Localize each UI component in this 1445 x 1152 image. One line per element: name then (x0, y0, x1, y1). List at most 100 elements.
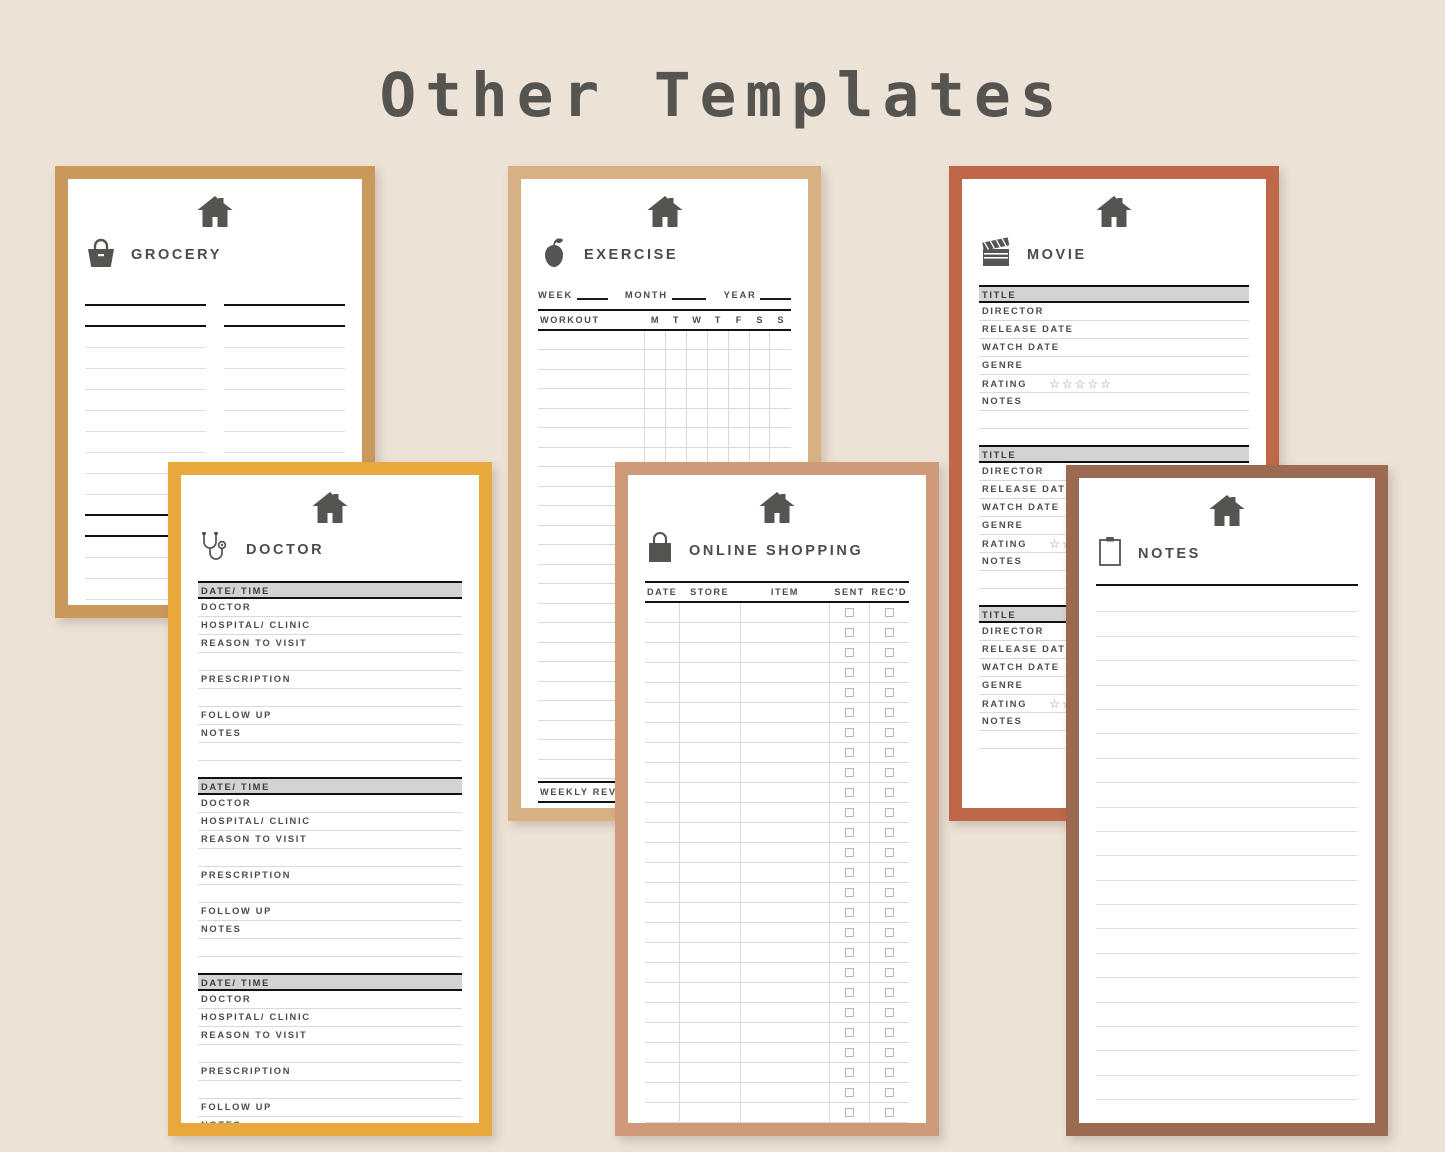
shopping-row[interactable] (645, 622, 909, 643)
grocery-line[interactable] (85, 327, 206, 348)
shopping-date-cell[interactable] (645, 782, 680, 803)
workout-cell[interactable] (538, 330, 645, 350)
notes-line[interactable] (1096, 1100, 1358, 1123)
shopping-sent-cell[interactable] (829, 842, 870, 863)
shopping-date-cell[interactable] (645, 922, 680, 943)
notes-line[interactable] (1096, 808, 1358, 832)
shopping-store-cell[interactable] (679, 722, 741, 743)
checkbox-recd[interactable] (884, 867, 894, 877)
workout-day-cell[interactable] (664, 330, 687, 350)
shopping-store-cell[interactable] (679, 602, 741, 623)
field-row[interactable]: HOSPITAL/ CLINIC (198, 617, 462, 635)
checkbox-recd[interactable] (884, 907, 894, 917)
workout-day-cell[interactable] (748, 408, 770, 428)
shopping-sent-cell[interactable] (829, 742, 870, 763)
shopping-sent-cell[interactable] (829, 702, 870, 723)
shopping-date-cell[interactable] (645, 862, 680, 883)
workout-row[interactable] (538, 388, 791, 409)
checkbox-sent[interactable] (845, 807, 855, 817)
shopping-item-cell[interactable] (740, 922, 831, 943)
notes-line[interactable] (1096, 1076, 1358, 1101)
workout-cell[interactable] (538, 427, 645, 448)
notes-line[interactable] (1096, 734, 1358, 759)
workout-cell[interactable] (538, 388, 645, 409)
field-row[interactable]: FOLLOW UP (198, 1099, 462, 1117)
workout-day-cell[interactable] (706, 330, 729, 350)
checkbox-sent[interactable] (845, 967, 855, 977)
shopping-date-cell[interactable] (645, 662, 680, 683)
shopping-date-cell[interactable] (645, 762, 680, 783)
checkbox-sent[interactable] (845, 687, 855, 697)
shopping-recd-cell[interactable] (868, 722, 909, 743)
field-row-blank[interactable] (979, 411, 1249, 429)
checkbox-sent[interactable] (845, 1027, 855, 1037)
shopping-store-cell[interactable] (679, 982, 741, 1003)
shopping-row[interactable] (645, 842, 909, 863)
shopping-item-cell[interactable] (740, 762, 831, 783)
shopping-recd-cell[interactable] (868, 902, 909, 923)
checkbox-recd[interactable] (884, 1067, 894, 1077)
checkbox-sent[interactable] (845, 867, 855, 877)
field-row[interactable]: RATING ☆☆☆☆☆ (979, 375, 1249, 393)
shopping-sent-cell[interactable] (829, 982, 870, 1003)
shopping-recd-cell[interactable] (868, 1002, 909, 1023)
field-row-blank[interactable] (198, 849, 462, 867)
workout-day-cell[interactable] (706, 408, 729, 428)
shopping-sent-cell[interactable] (829, 922, 870, 943)
notes-line[interactable] (1096, 1051, 1358, 1076)
shopping-item-cell[interactable] (740, 1042, 831, 1063)
field-row[interactable]: DOCTOR (198, 599, 462, 617)
field-row[interactable]: NOTES (198, 1117, 462, 1123)
shopping-recd-cell[interactable] (868, 1102, 909, 1123)
notes-line[interactable] (1096, 954, 1358, 979)
shopping-recd-cell[interactable] (868, 922, 909, 943)
shopping-recd-cell[interactable] (868, 842, 909, 863)
shopping-row[interactable] (645, 882, 909, 903)
shopping-recd-cell[interactable] (868, 862, 909, 883)
notes-line[interactable] (1096, 881, 1358, 906)
checkbox-sent[interactable] (845, 987, 855, 997)
shopping-store-cell[interactable] (679, 1102, 741, 1123)
field-row[interactable]: GENRE (979, 357, 1249, 375)
checkbox-sent[interactable] (845, 667, 855, 677)
field-row-blank[interactable] (198, 1081, 462, 1099)
shopping-sent-cell[interactable] (829, 602, 870, 623)
workout-row[interactable] (538, 427, 791, 448)
workout-day-cell[interactable] (685, 349, 708, 370)
checkbox-sent[interactable] (845, 887, 855, 897)
checkbox-recd[interactable] (884, 627, 894, 637)
workout-row[interactable] (538, 408, 791, 428)
checkbox-recd[interactable] (884, 747, 894, 757)
workout-day-cell[interactable] (664, 388, 687, 409)
field-row[interactable]: NOTES (979, 393, 1249, 411)
field-row-header[interactable]: DATE/ TIME (198, 973, 462, 991)
workout-day-cell[interactable] (769, 330, 791, 350)
shopping-recd-cell[interactable] (868, 942, 909, 963)
shopping-row[interactable] (645, 702, 909, 723)
workout-day-cell[interactable] (664, 349, 687, 370)
shopping-sent-cell[interactable] (829, 662, 870, 683)
shopping-store-cell[interactable] (679, 782, 741, 803)
checkbox-recd[interactable] (884, 927, 894, 937)
shopping-item-cell[interactable] (740, 662, 831, 683)
shopping-date-cell[interactable] (645, 842, 680, 863)
shopping-store-cell[interactable] (679, 962, 741, 983)
notes-line[interactable] (1096, 783, 1358, 808)
shopping-recd-cell[interactable] (868, 662, 909, 683)
workout-row[interactable] (538, 349, 791, 370)
shopping-date-cell[interactable] (645, 1102, 680, 1123)
shopping-sent-cell[interactable] (829, 1102, 870, 1123)
card-doctor[interactable]: DOCTOR DATE/ TIME DOCTOR HOSPITAL/ CLINIC R… (168, 462, 492, 1136)
shopping-recd-cell[interactable] (868, 742, 909, 763)
shopping-recd-cell[interactable] (868, 822, 909, 843)
shopping-store-cell[interactable] (679, 622, 741, 643)
shopping-recd-cell[interactable] (868, 702, 909, 723)
grocery-line[interactable] (85, 432, 206, 453)
workout-day-cell[interactable] (706, 427, 729, 448)
grocery-line[interactable] (224, 369, 345, 390)
notes-line[interactable] (1096, 856, 1358, 881)
shopping-item-cell[interactable] (740, 962, 831, 983)
shopping-date-cell[interactable] (645, 1022, 680, 1043)
shopping-item-cell[interactable] (740, 1022, 831, 1043)
grocery-line[interactable] (224, 285, 345, 306)
